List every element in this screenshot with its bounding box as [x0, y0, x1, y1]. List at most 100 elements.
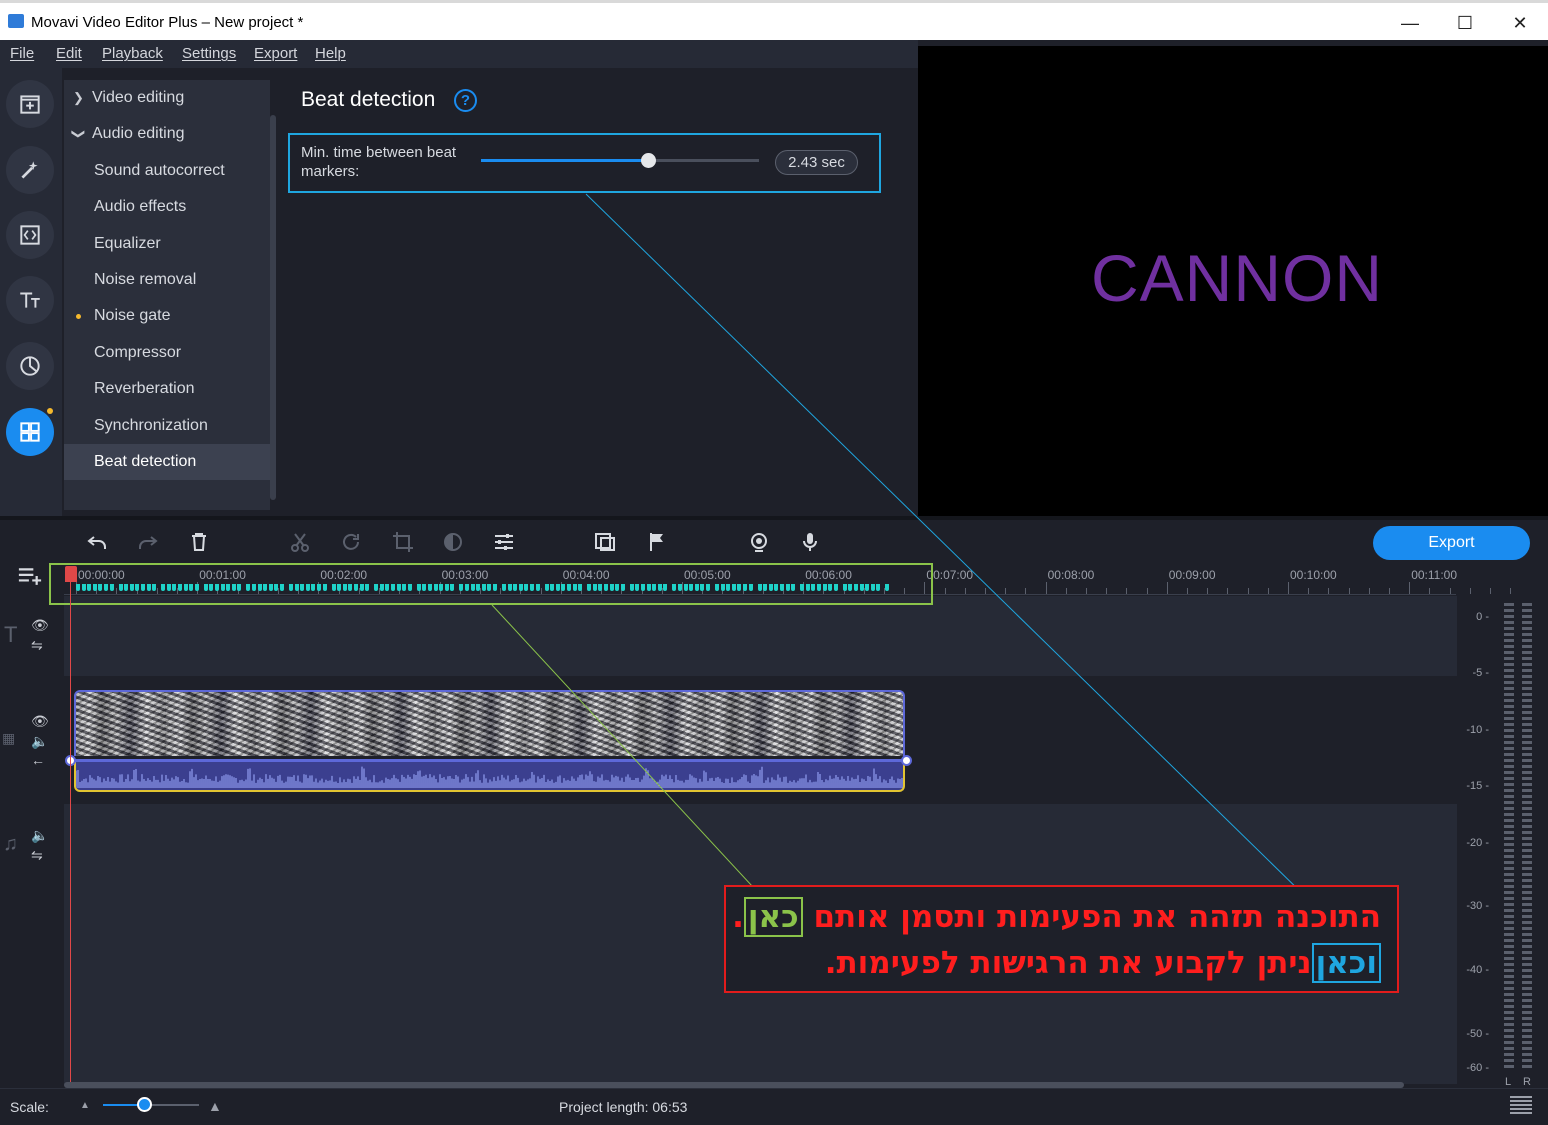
- annotation-period: .: [732, 899, 744, 935]
- video-clip[interactable]: [74, 690, 905, 756]
- nav-label: Audio editing: [92, 125, 185, 142]
- close-button[interactable]: ✕: [1492, 7, 1548, 39]
- filters-button[interactable]: [6, 342, 54, 390]
- nav-audio-effects[interactable]: Audio effects: [64, 189, 270, 225]
- transitions-button[interactable]: [6, 211, 54, 259]
- annotation-here-setting: וכאן: [1311, 943, 1381, 983]
- ruler-tick: [944, 588, 946, 594]
- scale-slider-knob[interactable]: [137, 1097, 152, 1112]
- overlay-icon: [595, 533, 615, 551]
- help-icon[interactable]: ?: [454, 89, 477, 112]
- ruler-tick-label: 00:07:00: [926, 568, 974, 582]
- clip-properties-button[interactable]: [491, 529, 517, 555]
- nav-label: Beat detection: [94, 453, 197, 470]
- chevron-right-icon: ❯: [73, 90, 84, 105]
- panel-title: Beat detection: [301, 88, 436, 111]
- clip-end-handle[interactable]: [901, 755, 912, 766]
- nav-sound-autocorrect[interactable]: Sound autocorrect: [64, 153, 270, 189]
- nav-label: Video editing: [92, 89, 185, 106]
- speaker-icon[interactable]: 🔈: [31, 733, 48, 750]
- chevron-down-icon: ❯: [71, 128, 87, 140]
- zoom-in-icon[interactable]: ▲: [208, 1098, 222, 1114]
- marker-button[interactable]: [644, 529, 670, 555]
- ruler-tick-label: 00:11:00: [1411, 568, 1458, 582]
- app-icon: [8, 14, 24, 28]
- menu-settings[interactable]: Settings: [182, 45, 236, 62]
- ruler-tick: [1449, 588, 1451, 594]
- clip-thumbnails: [76, 692, 903, 756]
- ruler-tick: [985, 588, 986, 594]
- transitions-icon: [20, 225, 40, 245]
- more-tools-button[interactable]: [6, 408, 54, 456]
- playhead-handle[interactable]: [65, 566, 77, 582]
- add-track-button[interactable]: [16, 566, 46, 588]
- nav-label: Equalizer: [94, 235, 161, 252]
- titles-button[interactable]: [6, 276, 54, 324]
- ruler-tick: [1187, 588, 1188, 594]
- ruler-tick: [1166, 582, 1168, 594]
- crop-button[interactable]: [390, 529, 416, 555]
- slider-fill: [481, 159, 648, 162]
- menu-edit[interactable]: Edit: [56, 45, 82, 62]
- min-time-label: Min. time between beat markers:: [301, 144, 457, 180]
- zoom-out-icon[interactable]: ▲: [80, 1100, 90, 1111]
- menu-export[interactable]: Export: [254, 45, 297, 62]
- rotate-button[interactable]: [338, 529, 364, 555]
- nav-label: Compressor: [94, 344, 182, 361]
- playhead-line[interactable]: [70, 582, 71, 1082]
- annotation-line-1: התוכנה תזהה את הפעימות ותסמן אותם כאן.: [732, 897, 1381, 937]
- slider-knob[interactable]: [640, 153, 656, 168]
- redo-icon: [139, 536, 158, 549]
- audio-waveform[interactable]: [74, 762, 905, 792]
- nav-compressor[interactable]: Compressor: [64, 335, 270, 371]
- crop-icon: [393, 532, 413, 552]
- cut-button[interactable]: [287, 529, 313, 555]
- import-button[interactable]: [6, 80, 54, 128]
- ruler-tick: [1146, 588, 1148, 594]
- text-track-lane[interactable]: [64, 596, 1457, 676]
- link-icon[interactable]: ⇋: [31, 637, 43, 654]
- nav-reverberation[interactable]: Reverberation: [64, 371, 270, 407]
- overlay-button[interactable]: [592, 529, 618, 555]
- annotation-text-1: התוכנה תזהה את הפעימות ותסמן אותם: [802, 899, 1381, 935]
- export-button[interactable]: Export: [1373, 526, 1530, 560]
- eye-icon[interactable]: 👁: [31, 617, 49, 634]
- menu-playback[interactable]: Playback: [102, 45, 163, 62]
- vu-scale-label: -20 -: [1466, 837, 1489, 849]
- nav-equalizer[interactable]: Equalizer: [64, 226, 270, 262]
- delete-button[interactable]: [186, 529, 212, 555]
- annotation-text-2: ניתן לקבוע את הרגישות לפעימות.: [824, 945, 1312, 981]
- minimize-button[interactable]: —: [1382, 7, 1438, 39]
- ruler-tick: [1490, 588, 1491, 594]
- nav-label: Sound autocorrect: [94, 162, 225, 179]
- ruler-tick: [964, 588, 966, 594]
- vu-settings-icon[interactable]: [1510, 1096, 1532, 1114]
- eye-icon[interactable]: 👁: [31, 713, 49, 730]
- ruler-tick-label: 00:08:00: [1047, 568, 1095, 582]
- color-adjust-button[interactable]: [440, 529, 466, 555]
- vu-scale-label: -15 -: [1466, 780, 1489, 792]
- nav-noise-gate[interactable]: Noise gate: [64, 298, 270, 334]
- nav-beat-detection[interactable]: Beat detection: [64, 444, 270, 480]
- min-time-value[interactable]: 2.43 sec: [775, 150, 858, 175]
- record-audio-button[interactable]: [797, 529, 823, 555]
- speaker-icon[interactable]: 🔈: [31, 827, 48, 844]
- tools-tree: ❯ Video editing ❯ Audio editing Sound au…: [64, 80, 270, 510]
- magic-button[interactable]: [6, 146, 54, 194]
- nav-video-editing[interactable]: ❯ Video editing: [64, 80, 270, 116]
- ruler-tick: [1288, 582, 1289, 594]
- nav-audio-editing[interactable]: ❯ Audio editing: [64, 116, 270, 152]
- ruler-tick: [1389, 588, 1390, 594]
- nav-noise-removal[interactable]: Noise removal: [64, 262, 270, 298]
- menu-help[interactable]: Help: [315, 45, 346, 62]
- detach-icon[interactable]: ←: [31, 752, 45, 768]
- redo-button[interactable]: [135, 529, 161, 555]
- nav-synchronization[interactable]: Synchronization: [64, 408, 270, 444]
- undo-button[interactable]: [84, 529, 110, 555]
- menu-file[interactable]: File: [10, 45, 34, 62]
- maximize-button[interactable]: ☐: [1437, 7, 1493, 39]
- record-screen-button[interactable]: [746, 529, 772, 555]
- link-icon[interactable]: ⇋: [31, 847, 43, 864]
- ruler-tick: [1368, 588, 1370, 594]
- annotation-line-2: וכאןניתן לקבוע את הרגישות לפעימות.: [824, 943, 1381, 983]
